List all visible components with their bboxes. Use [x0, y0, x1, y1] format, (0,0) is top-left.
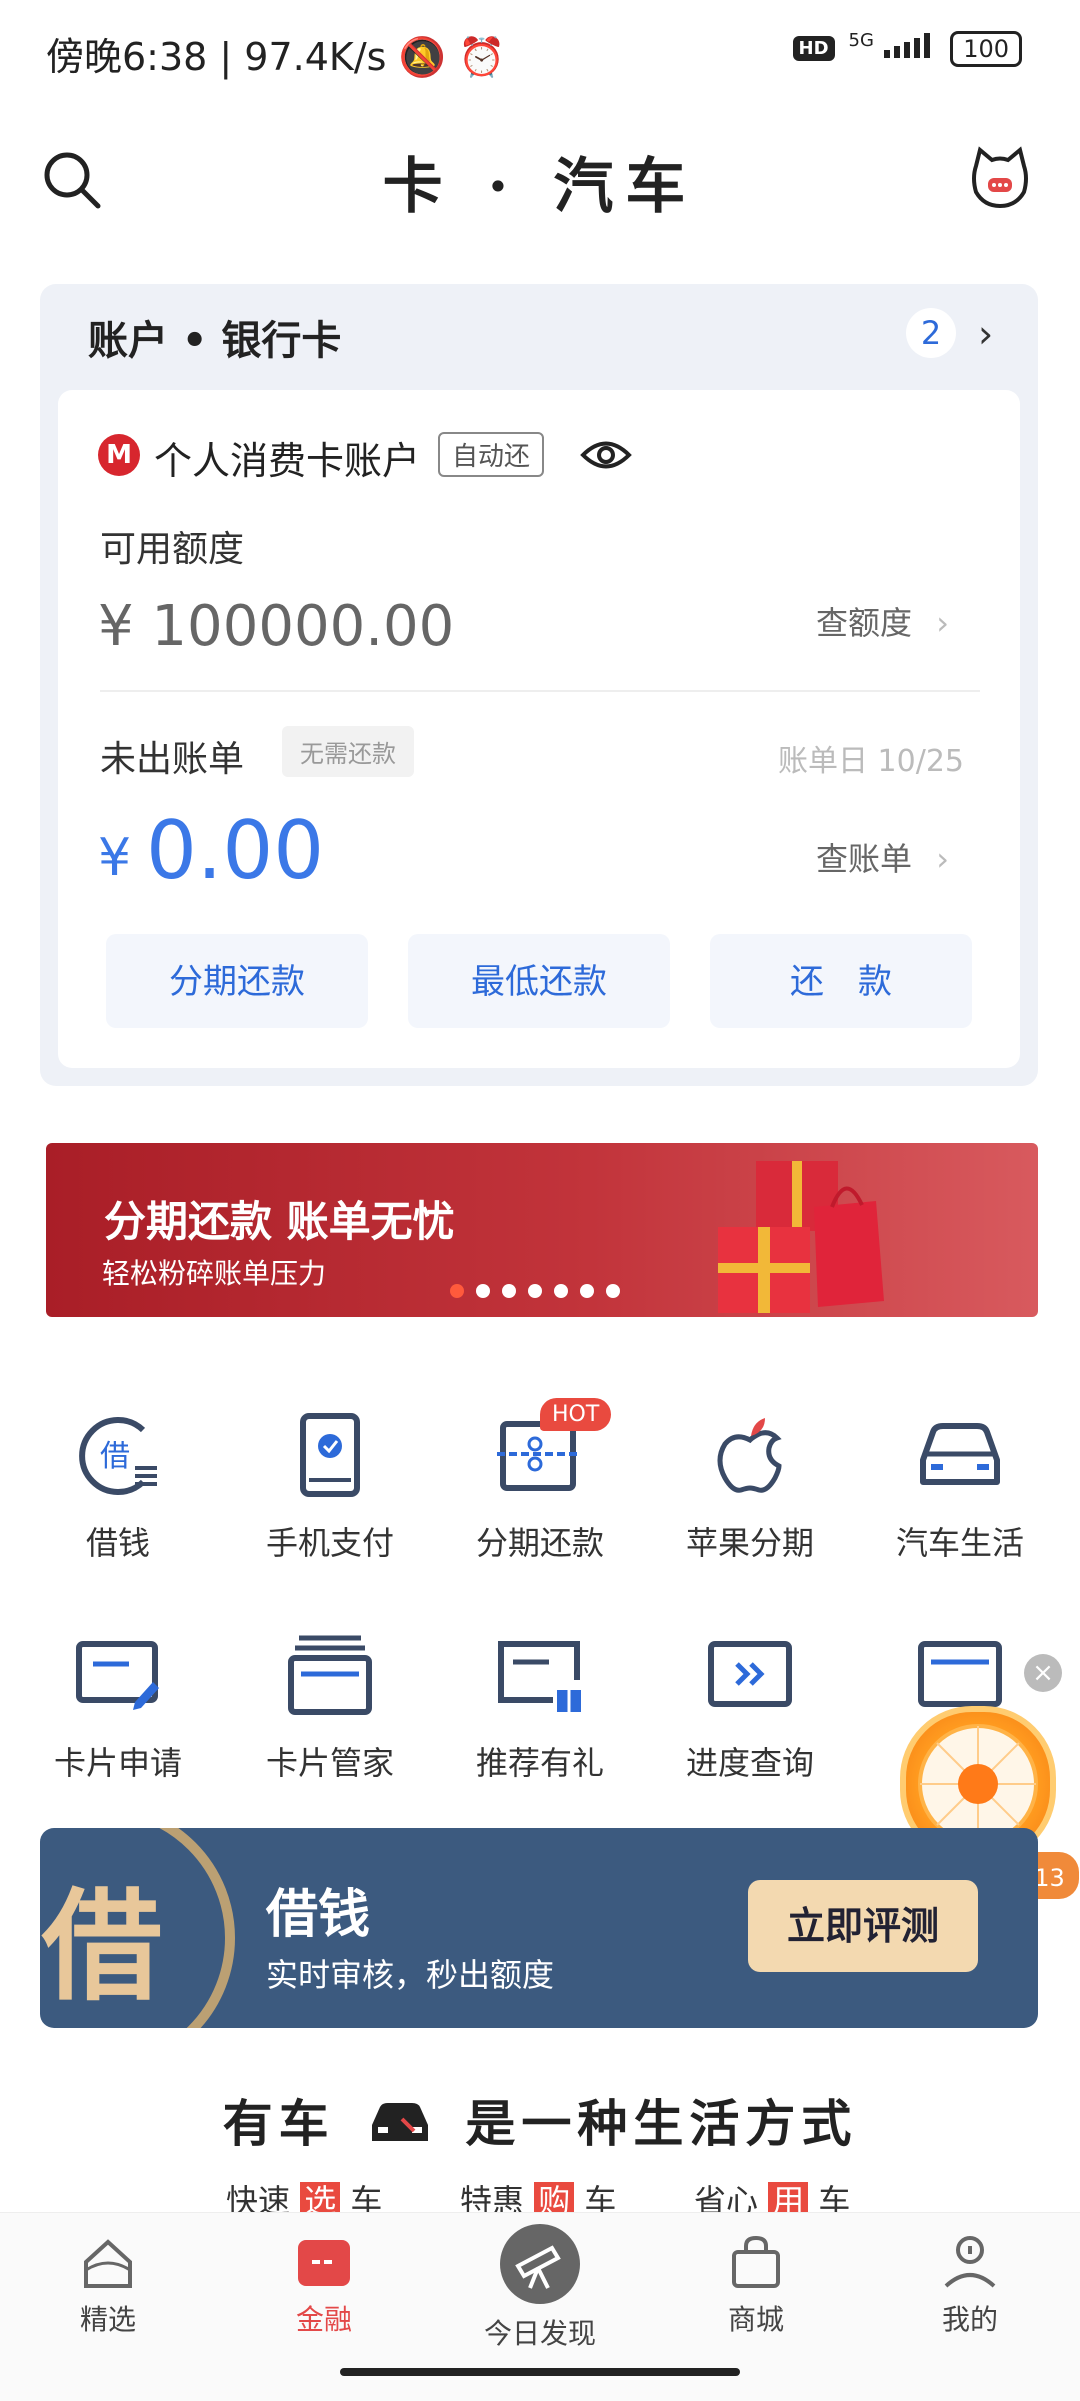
auto-repay-tag: 自动还 [438, 432, 545, 477]
check-limit-link[interactable]: 查额度 › [816, 598, 949, 644]
bill-amount: 0.00 [146, 804, 325, 897]
nav-label: 金融 [295, 2303, 352, 2336]
grid-item-apple[interactable]: 苹果分期 [660, 1410, 840, 1564]
phone-pay-icon [300, 1413, 360, 1497]
hd-badge: HD [792, 36, 835, 61]
chevron-right-icon: › [936, 604, 949, 642]
promo-banner-subtitle: 轻松粉碎账单压力 [102, 1257, 327, 1290]
grid-item-car-life[interactable]: 汽车生活 [870, 1410, 1050, 1564]
check-bill-link[interactable]: 查账单 › [816, 834, 949, 880]
nav-tab-featured[interactable]: 精选 [28, 2234, 188, 2338]
grid-label: 汽车生活 [895, 1524, 1024, 1562]
slogan-part2: 是一种生活方式 [465, 2094, 858, 2153]
chevron-right-icon[interactable]: › [978, 312, 993, 356]
unbilled-label: 未出账单 [100, 739, 245, 780]
svg-text:借: 借 [41, 1876, 162, 2017]
gift-card-icon [498, 1641, 581, 1712]
available-limit-value: ¥ 100000.00 [98, 594, 455, 659]
car-icon [372, 2103, 428, 2141]
eye-icon[interactable] [580, 438, 632, 476]
nav-label: 商城 [727, 2303, 784, 2336]
carousel-dot [554, 1284, 568, 1298]
mascot-icon[interactable] [966, 144, 1034, 216]
carousel-dot [580, 1284, 594, 1298]
grid-label: 卡片管家 [265, 1744, 394, 1782]
grid-item-progress[interactable]: 进度查询 [660, 1630, 840, 1784]
battery-indicator: 100 [950, 30, 1022, 67]
no-repay-tag: 无需还款 [282, 726, 414, 777]
grid-label: 进度查询 [685, 1744, 814, 1782]
carousel-dot [502, 1284, 516, 1298]
page-title: 卡 · 汽车 [382, 152, 698, 222]
wallet-icon [298, 2240, 350, 2286]
progress-icon [708, 1641, 792, 1707]
card-apply-icon [76, 1641, 159, 1710]
carousel-dot [528, 1284, 542, 1298]
chevron-right-icon: › [936, 840, 949, 878]
nav-label: 我的 [941, 2303, 998, 2336]
nav-tab-profile[interactable]: 我的 [890, 2234, 1050, 2338]
apple-icon [717, 1418, 782, 1493]
svg-text:借: 借 [100, 1439, 130, 1474]
hot-badge: HOT [540, 1398, 612, 1431]
available-limit-label: 可用额度 [100, 529, 245, 570]
status-indicators: HD 5G 100 [792, 30, 1022, 67]
check-limit-label: 查额度 [816, 604, 913, 642]
carousel-dot [606, 1284, 620, 1298]
grid-item-borrow[interactable]: 借 借钱 [28, 1410, 208, 1564]
shopping-bag-icon [732, 2235, 780, 2288]
grid-item-card-apply[interactable]: 卡片申请 [28, 1630, 208, 1784]
nav-label: 今日发现 [483, 2317, 596, 2350]
carousel-dot [450, 1284, 464, 1298]
evaluate-now-button[interactable]: 立即评测 [748, 1880, 978, 1972]
bank-logo-icon: M [98, 434, 140, 476]
minimum-repay-button[interactable]: 最低还款 [408, 934, 670, 1028]
status-time: 傍晚6:38 | 97.4K/s 🔕 ⏰ [46, 35, 506, 79]
bill-currency: ¥ [98, 828, 132, 888]
alarm-icon: ⏰ [457, 35, 506, 79]
nav-label: 精选 [79, 2303, 136, 2336]
nav-tab-mall[interactable]: 商城 [676, 2234, 836, 2338]
slogan-part1: 有车 [222, 2094, 335, 2153]
bill-date: 账单日 10/25 [778, 744, 964, 779]
grid-label: 手机支付 [265, 1524, 394, 1562]
account-section-title: 账户 • 银行卡 [88, 318, 342, 364]
grid-label: 分期还款 [475, 1524, 604, 1562]
loan-banner-title: 借钱 [266, 1884, 371, 1945]
grid-label: 卡片申请 [53, 1744, 182, 1782]
grid-item-installment[interactable]: 分期还款 [450, 1410, 630, 1564]
signal-icon: 5G [849, 30, 937, 67]
gift-box-icon [718, 1161, 884, 1313]
grid-item-card-manage[interactable]: 卡片管家 [240, 1630, 420, 1784]
account-name[interactable]: 个人消费卡账户 [154, 430, 420, 485]
nav-tab-finance[interactable]: 金融 [244, 2234, 404, 2338]
check-bill-label: 查账单 [816, 840, 913, 878]
carousel-dots [450, 1284, 620, 1298]
borrow-icon: 借 [79, 1417, 157, 1495]
account-count-badge[interactable]: 2 [906, 308, 956, 358]
grid-item-referral[interactable]: 推荐有礼 [450, 1630, 630, 1784]
divider [100, 690, 980, 692]
home-icon [84, 2239, 132, 2288]
card-manage-icon [288, 1635, 372, 1715]
grid-label: 借钱 [85, 1524, 150, 1562]
profile-icon [944, 2236, 996, 2288]
loan-banner-subtitle: 实时审核，秒出额度 [266, 1956, 555, 1994]
grid-label: 推荐有礼 [475, 1744, 604, 1782]
loan-badge-icon: 借 [40, 1828, 235, 2028]
home-indicator[interactable] [340, 2368, 740, 2376]
car-slogan: 有车 是一种生活方式 [0, 2084, 1080, 2156]
close-icon[interactable]: × [1024, 1654, 1062, 1692]
carousel-dot [476, 1284, 490, 1298]
nav-tab-discover[interactable]: 今日发现 [460, 2224, 620, 2352]
grid-label: 苹果分期 [685, 1524, 814, 1562]
telescope-icon [500, 2224, 580, 2304]
mute-icon: 🔕 [398, 35, 446, 79]
grid-item-phone-pay[interactable]: 手机支付 [240, 1410, 420, 1564]
installment-repay-button[interactable]: 分期还款 [106, 934, 368, 1028]
repay-button[interactable]: 还 款 [710, 934, 972, 1028]
car-icon [920, 1423, 1000, 1485]
promo-banner-title: 分期还款 账单无忧 [104, 1197, 455, 1246]
